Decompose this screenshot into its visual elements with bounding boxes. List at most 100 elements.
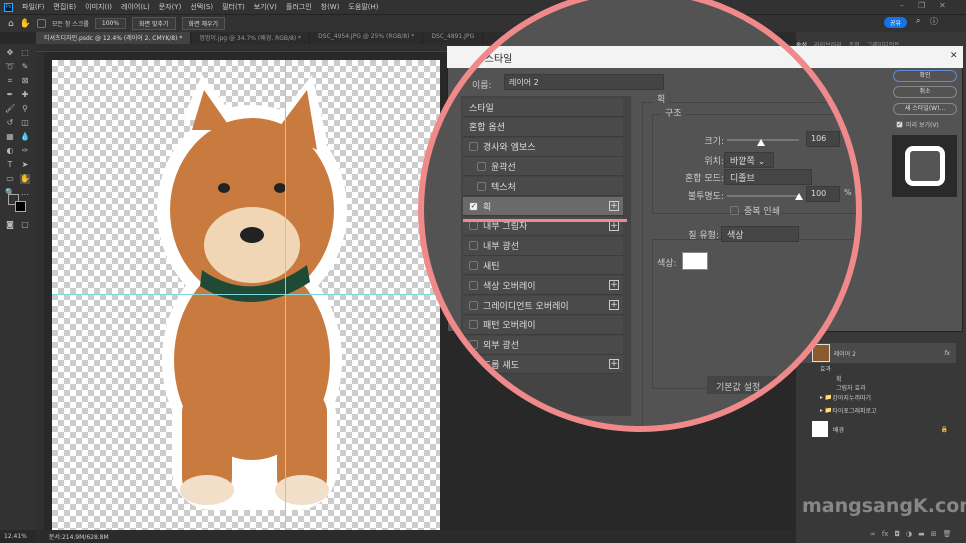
- menu-layer[interactable]: 레이어(L): [121, 2, 150, 12]
- ok-button[interactable]: 확인: [893, 70, 957, 82]
- size-slider-thumb[interactable]: [757, 139, 765, 146]
- guide-vertical[interactable]: [285, 60, 286, 530]
- share-button[interactable]: 공유: [884, 17, 908, 28]
- style-item[interactable]: 윤곽선: [463, 157, 623, 177]
- style-item[interactable]: 경사와 엠보스: [463, 137, 623, 157]
- hand-tool-icon[interactable]: ✋: [20, 174, 30, 184]
- overprint-checkbox[interactable]: [730, 206, 739, 215]
- menu-window[interactable]: 창(W): [321, 2, 340, 12]
- scroll-all-checkbox[interactable]: [36, 19, 46, 28]
- dialog-close-icon[interactable]: ✕: [950, 51, 958, 61]
- add-icon[interactable]: +: [609, 359, 619, 370]
- style-checkbox[interactable]: [469, 320, 478, 330]
- brush-tool-icon[interactable]: 🖌: [5, 104, 15, 114]
- style-item[interactable]: 색상 오버레이 +: [463, 276, 623, 296]
- add-icon[interactable]: +: [609, 201, 619, 211]
- guide-horizontal[interactable]: [52, 294, 440, 295]
- style-checkbox[interactable]: [469, 142, 478, 152]
- tab-dog-jpg[interactable]: 멍멍이.jpg @ 34.7% (배경, RGB/8) *: [191, 32, 311, 44]
- opacity-slider-thumb[interactable]: [795, 193, 803, 200]
- fx-add-icon[interactable]: fx: [882, 530, 889, 538]
- stroke-color-swatch[interactable]: [682, 252, 708, 270]
- style-checkbox[interactable]: [477, 161, 486, 171]
- tab-tshirt-design[interactable]: 티셔츠디자인.psdc @ 12.4% (레이어 2, CMYK/8) *: [36, 32, 192, 44]
- background-color-swatch[interactable]: [15, 201, 26, 212]
- crop-tool-icon[interactable]: ⌗: [5, 76, 15, 86]
- adjustment-icon[interactable]: ◑: [906, 530, 912, 538]
- move-tool-icon[interactable]: ✥: [5, 48, 15, 58]
- tab-dsc-4891[interactable]: DSC_4891.JPG: [423, 32, 484, 44]
- quick-select-icon[interactable]: ✎: [20, 62, 30, 72]
- frame-tool-icon[interactable]: ⊠: [20, 76, 30, 86]
- add-icon[interactable]: +: [609, 220, 619, 231]
- eraser-tool-icon[interactable]: ◫: [20, 118, 30, 128]
- gradient-tool-icon[interactable]: ▦: [5, 132, 15, 142]
- fx-icon[interactable]: fx: [944, 350, 950, 357]
- marquee-tool-icon[interactable]: ⬚: [20, 48, 30, 58]
- canvas[interactable]: [52, 60, 440, 530]
- style-checkbox[interactable]: [469, 280, 478, 290]
- zoom-level[interactable]: 12.41%: [4, 533, 27, 540]
- restore-icon[interactable]: ❐: [918, 1, 925, 10]
- close-window-icon[interactable]: ✕: [939, 1, 946, 10]
- menu-edit[interactable]: 편집(E): [53, 2, 76, 12]
- position-select[interactable]: 바깥쪽 ⌄: [724, 152, 774, 168]
- lock-icon[interactable]: 🔒: [941, 426, 948, 433]
- cancel-button[interactable]: 취소: [893, 86, 957, 98]
- add-icon[interactable]: +: [609, 280, 619, 291]
- style-checkbox[interactable]: [469, 260, 478, 270]
- home-icon[interactable]: ⌂: [8, 19, 14, 29]
- blend-mode-select[interactable]: 디졸브: [724, 169, 812, 185]
- zoom-100-button[interactable]: 100%: [94, 18, 127, 29]
- menu-view[interactable]: 보기(V): [254, 2, 277, 12]
- menu-type[interactable]: 문자(Y): [159, 2, 182, 12]
- style-item[interactable]: 새틴: [463, 256, 623, 276]
- style-checkbox[interactable]: [469, 241, 478, 251]
- style-checkbox[interactable]: [469, 359, 478, 369]
- eyedropper-icon[interactable]: ✒: [5, 90, 15, 100]
- search-icon[interactable]: ⌕: [916, 16, 920, 26]
- new-layer-icon[interactable]: ⊞: [931, 530, 937, 538]
- name-input[interactable]: 레이어 2: [504, 74, 664, 90]
- fill-type-select[interactable]: 색상: [721, 226, 799, 242]
- history-brush-icon[interactable]: ↺: [5, 118, 15, 128]
- menu-file[interactable]: 파일(F): [22, 2, 44, 12]
- style-checkbox[interactable]: [477, 181, 486, 191]
- fit-screen-button[interactable]: 화면 맞추기: [132, 17, 176, 30]
- link-icon[interactable]: ∞: [870, 530, 876, 538]
- preview-checkbox[interactable]: ✓: [896, 121, 903, 128]
- style-checkbox[interactable]: [469, 300, 478, 310]
- style-checkbox[interactable]: [469, 221, 478, 231]
- stamp-tool-icon[interactable]: ⚲: [20, 104, 30, 114]
- opacity-input[interactable]: 100: [806, 186, 840, 202]
- blur-tool-icon[interactable]: 💧: [20, 132, 30, 142]
- quick-mask-icon[interactable]: ◙: [5, 220, 15, 230]
- menu-help[interactable]: 도움말(H): [348, 2, 378, 12]
- new-style-button[interactable]: 새 스타일(W)...: [893, 103, 957, 115]
- menu-image[interactable]: 이미지(I): [85, 2, 112, 12]
- minimize-icon[interactable]: –: [900, 1, 904, 10]
- healing-brush-icon[interactable]: ✚: [20, 90, 30, 100]
- fill-screen-button[interactable]: 화면 채우기: [181, 17, 226, 30]
- dodge-tool-icon[interactable]: ◐: [5, 146, 15, 156]
- style-item[interactable]: 드롭 섀도 +: [463, 355, 623, 375]
- mask-icon[interactable]: ◘: [894, 530, 900, 538]
- path-select-icon[interactable]: ➤: [20, 160, 30, 170]
- menu-filter[interactable]: 필터(T): [222, 2, 245, 12]
- style-item[interactable]: 스타일: [463, 98, 623, 117]
- size-input[interactable]: 106: [806, 131, 840, 147]
- style-checkbox[interactable]: ✓: [469, 201, 478, 211]
- trash-icon[interactable]: 🗑: [943, 530, 952, 538]
- style-item[interactable]: 그레이디언트 오버레이 +: [463, 296, 623, 315]
- help-icon[interactable]: ⓘ: [930, 16, 938, 27]
- style-item[interactable]: 내부 광선: [463, 236, 623, 256]
- reset-default-button[interactable]: 기본값 설정: [707, 376, 777, 394]
- pen-tool-icon[interactable]: ✑: [20, 146, 30, 156]
- style-item[interactable]: 혼합 옵션: [463, 117, 623, 137]
- menu-plugins[interactable]: 플러그인: [286, 2, 312, 12]
- more-tools-icon[interactable]: …: [20, 188, 30, 198]
- style-checkbox[interactable]: [469, 340, 478, 350]
- style-item[interactable]: 패턴 오버레이: [463, 315, 623, 335]
- hand-tool-icon[interactable]: ✋: [20, 19, 31, 29]
- opacity-slider[interactable]: [727, 195, 799, 197]
